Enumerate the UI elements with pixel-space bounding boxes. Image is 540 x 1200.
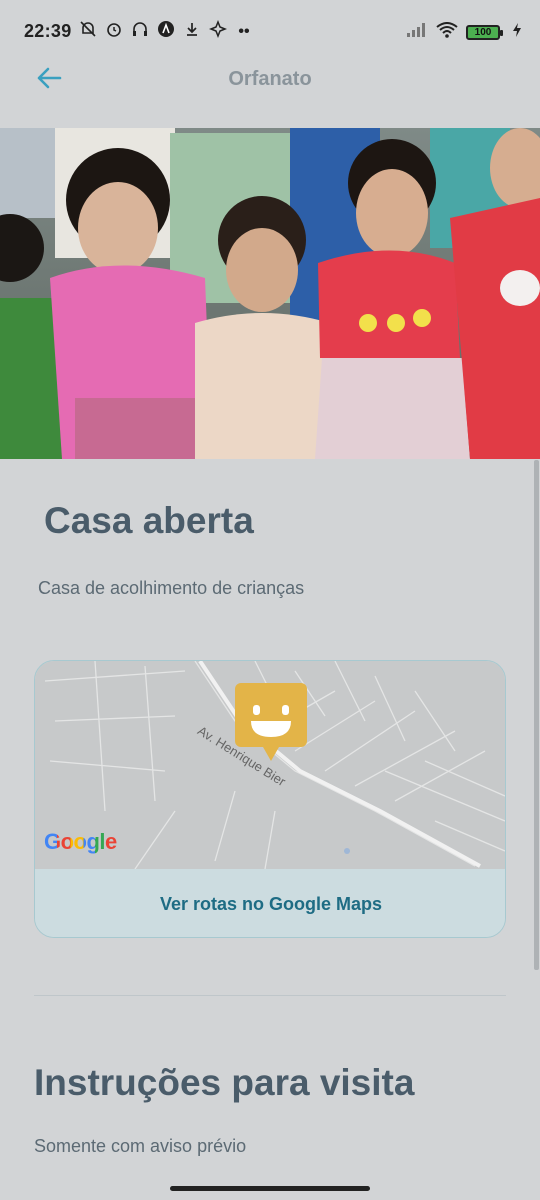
map-pin-icon	[235, 683, 307, 763]
gesture-handle[interactable]	[170, 1186, 370, 1191]
map-card: Av. Henrique Bier Google Ver rotas no Go…	[34, 660, 506, 938]
status-time: 22:39	[24, 21, 72, 41]
wifi-icon	[436, 22, 458, 43]
signal-icon	[406, 22, 428, 43]
gamepad-icon	[208, 19, 228, 43]
instructions-text: Somente com aviso prévio	[34, 1136, 247, 1156]
google-logo: Google	[44, 829, 117, 854]
charging-icon	[512, 22, 522, 43]
bell-off-icon	[78, 20, 98, 43]
orphanage-name: Casa aberta	[44, 500, 254, 541]
headphones-icon	[130, 20, 150, 43]
more-dots-icon: ••	[238, 22, 250, 40]
section-divider	[34, 995, 506, 996]
status-bar: 22:39 •• 100	[0, 0, 540, 64]
instructions-title: Instruções para visita	[34, 1062, 415, 1103]
page-title: Orfanato	[228, 68, 312, 90]
battery-icon: 100	[466, 25, 503, 40]
scrollbar[interactable]	[534, 460, 539, 970]
orphanage-about: Casa de acolhimento de crianças	[38, 578, 305, 598]
alarm-icon	[104, 20, 124, 43]
status-left-icons: ••	[78, 19, 254, 43]
download-icon	[182, 20, 202, 43]
app-icon	[156, 20, 176, 43]
status-right-icons: 100	[406, 22, 522, 43]
orphanage-photo	[0, 128, 540, 459]
map-view[interactable]: Av. Henrique Bier Google	[35, 661, 505, 869]
app-header: Orfanato	[0, 64, 540, 128]
google-maps-route-button[interactable]: Ver rotas no Google Maps	[35, 869, 505, 937]
